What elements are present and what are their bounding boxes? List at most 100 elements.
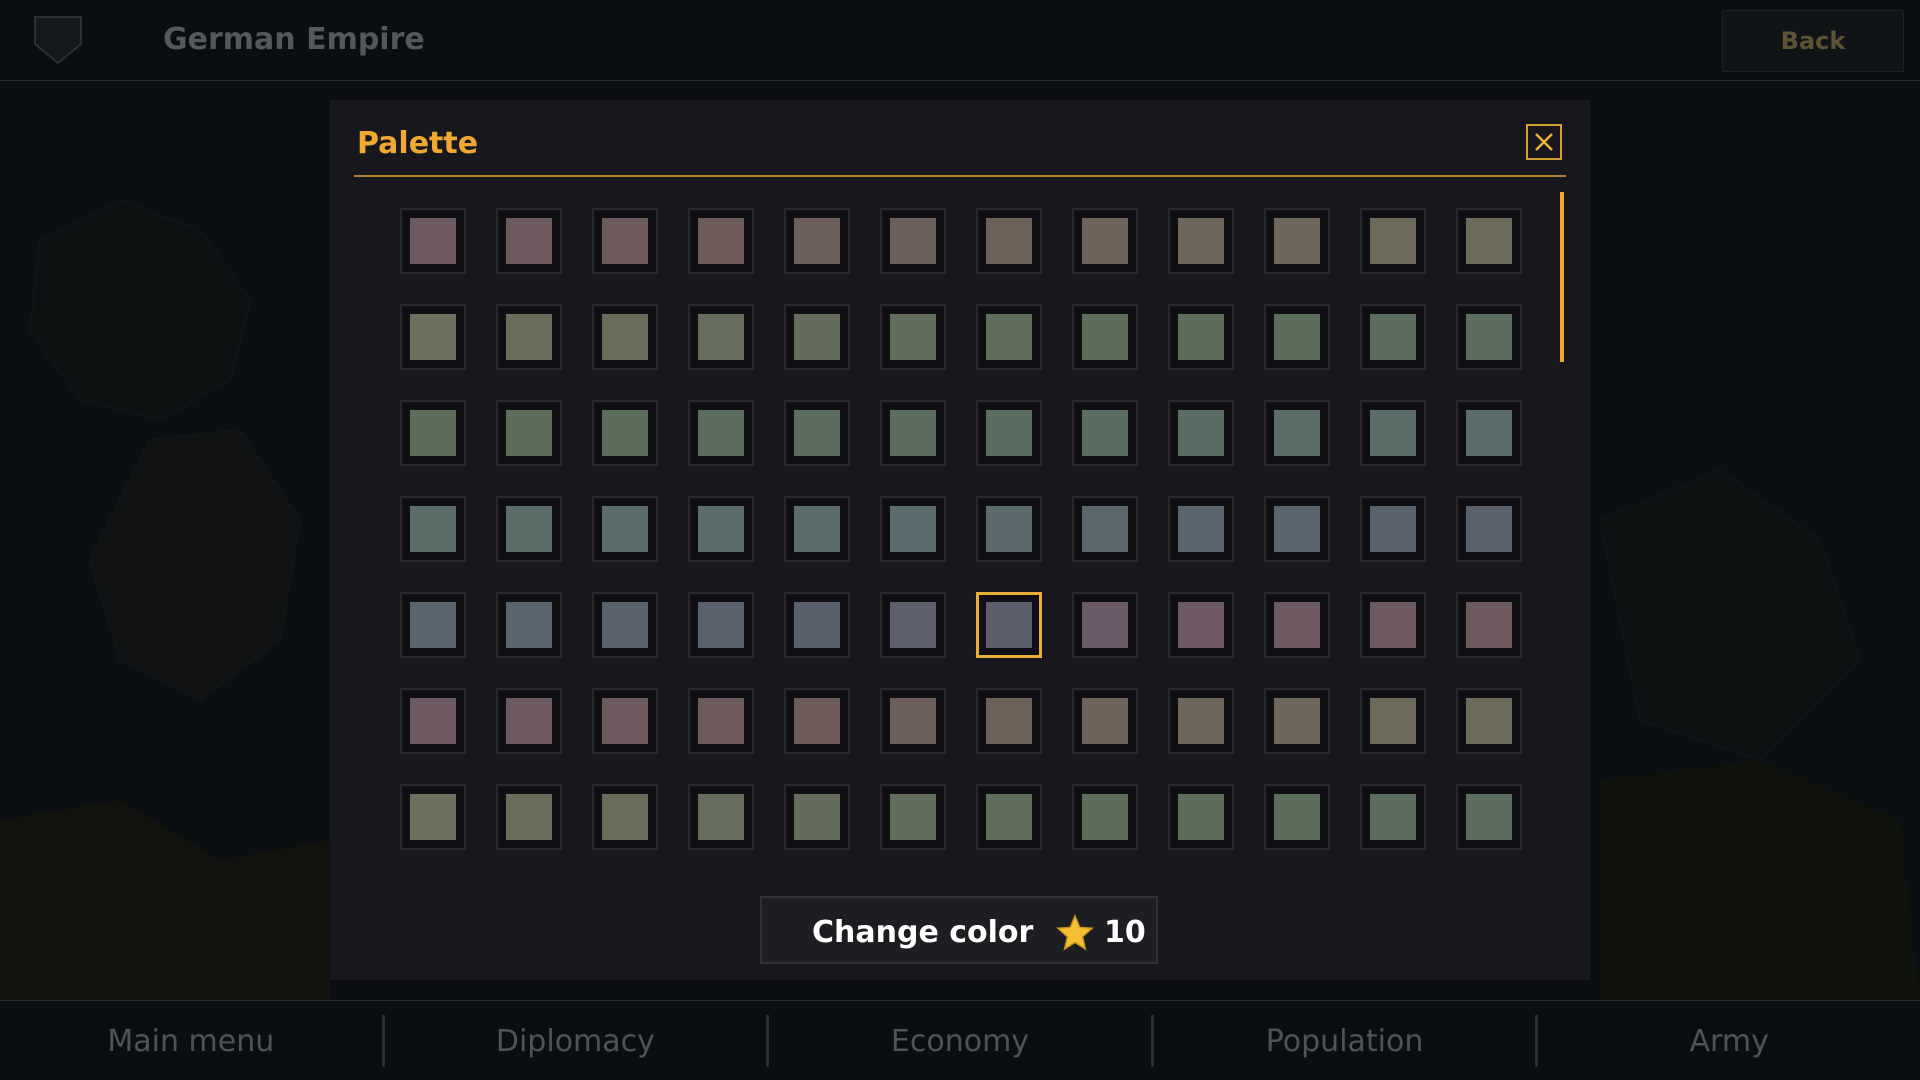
color-swatch[interactable] — [1456, 592, 1522, 658]
color-swatch[interactable] — [1072, 304, 1138, 370]
scrollbar-thumb[interactable] — [1560, 192, 1564, 362]
color-swatch[interactable] — [1168, 688, 1234, 754]
color-swatch[interactable] — [1264, 208, 1330, 274]
color-swatch[interactable] — [880, 208, 946, 274]
color-swatch[interactable] — [688, 496, 754, 562]
change-color-button[interactable]: Change color 10 — [760, 896, 1158, 964]
color-swatch[interactable] — [1360, 304, 1426, 370]
color-swatch[interactable] — [784, 400, 850, 466]
color-swatch[interactable] — [1456, 496, 1522, 562]
nav-item-economy[interactable]: Economy — [769, 1001, 1151, 1080]
color-swatch[interactable] — [976, 304, 1042, 370]
color-swatch[interactable] — [784, 304, 850, 370]
color-swatch[interactable] — [1072, 784, 1138, 850]
color-swatch[interactable] — [688, 688, 754, 754]
color-swatch[interactable] — [1360, 592, 1426, 658]
color-swatch[interactable] — [1168, 400, 1234, 466]
color-swatch[interactable] — [1456, 784, 1522, 850]
color-swatch[interactable] — [688, 592, 754, 658]
color-swatch[interactable] — [592, 208, 658, 274]
color-swatch[interactable] — [592, 688, 658, 754]
color-swatch[interactable] — [1360, 496, 1426, 562]
color-swatch[interactable] — [400, 496, 466, 562]
color-swatch[interactable] — [1072, 400, 1138, 466]
color-swatch[interactable] — [1360, 784, 1426, 850]
color-swatch[interactable] — [400, 784, 466, 850]
color-swatch[interactable] — [496, 208, 562, 274]
color-swatch[interactable] — [1360, 208, 1426, 274]
color-swatch[interactable] — [688, 208, 754, 274]
color-swatch[interactable] — [976, 208, 1042, 274]
color-swatch[interactable] — [592, 400, 658, 466]
back-button[interactable]: Back — [1722, 10, 1904, 72]
color-swatch[interactable] — [784, 592, 850, 658]
swatch-color-fill — [1370, 698, 1416, 744]
color-swatch[interactable] — [784, 208, 850, 274]
swatch-color-fill — [410, 794, 456, 840]
color-swatch[interactable] — [1072, 592, 1138, 658]
coat-of-arms-shield-icon[interactable] — [32, 14, 84, 66]
color-swatch[interactable] — [1360, 688, 1426, 754]
swatch-color-fill — [602, 698, 648, 744]
color-swatch[interactable] — [1264, 400, 1330, 466]
color-swatch[interactable] — [1168, 784, 1234, 850]
color-swatch[interactable] — [592, 784, 658, 850]
color-swatch[interactable] — [496, 592, 562, 658]
color-swatch[interactable] — [880, 592, 946, 658]
color-swatch[interactable] — [1264, 592, 1330, 658]
color-swatch[interactable] — [688, 784, 754, 850]
country-name: German Empire — [163, 22, 425, 57]
color-swatch[interactable] — [1456, 208, 1522, 274]
color-swatch[interactable] — [976, 784, 1042, 850]
nav-item-army[interactable]: Army — [1538, 1001, 1920, 1080]
color-swatch[interactable] — [496, 784, 562, 850]
color-swatch[interactable] — [592, 304, 658, 370]
color-swatch[interactable] — [496, 688, 562, 754]
color-swatch[interactable] — [1264, 688, 1330, 754]
color-swatch-selected[interactable] — [976, 592, 1042, 658]
color-swatch[interactable] — [1264, 304, 1330, 370]
color-swatch[interactable] — [1456, 304, 1522, 370]
color-swatch[interactable] — [592, 496, 658, 562]
color-swatch[interactable] — [880, 784, 946, 850]
color-swatch[interactable] — [496, 496, 562, 562]
color-swatch[interactable] — [880, 400, 946, 466]
color-swatch[interactable] — [1456, 400, 1522, 466]
color-swatch[interactable] — [400, 304, 466, 370]
swatch-color-fill — [1370, 794, 1416, 840]
color-swatch[interactable] — [1072, 208, 1138, 274]
nav-item-main-menu[interactable]: Main menu — [0, 1001, 382, 1080]
color-swatch[interactable] — [784, 496, 850, 562]
swatch-color-fill — [1178, 794, 1224, 840]
color-swatch[interactable] — [400, 688, 466, 754]
color-swatch[interactable] — [1168, 496, 1234, 562]
color-swatch[interactable] — [1264, 784, 1330, 850]
color-swatch[interactable] — [496, 304, 562, 370]
color-swatch[interactable] — [496, 400, 562, 466]
color-swatch[interactable] — [784, 688, 850, 754]
color-swatch[interactable] — [880, 496, 946, 562]
color-swatch[interactable] — [592, 592, 658, 658]
color-swatch[interactable] — [688, 304, 754, 370]
color-swatch[interactable] — [1168, 592, 1234, 658]
color-swatch[interactable] — [1072, 688, 1138, 754]
swatch-color-fill — [410, 698, 456, 744]
color-swatch[interactable] — [1264, 496, 1330, 562]
color-swatch[interactable] — [976, 496, 1042, 562]
color-swatch[interactable] — [400, 400, 466, 466]
color-swatch[interactable] — [1072, 496, 1138, 562]
nav-item-population[interactable]: Population — [1154, 1001, 1536, 1080]
color-swatch[interactable] — [1360, 400, 1426, 466]
color-swatch[interactable] — [880, 304, 946, 370]
color-swatch[interactable] — [1168, 208, 1234, 274]
color-swatch[interactable] — [400, 208, 466, 274]
color-swatch[interactable] — [784, 784, 850, 850]
color-swatch[interactable] — [400, 592, 466, 658]
color-swatch[interactable] — [880, 688, 946, 754]
color-swatch[interactable] — [976, 400, 1042, 466]
color-swatch[interactable] — [688, 400, 754, 466]
color-swatch[interactable] — [1168, 304, 1234, 370]
color-swatch[interactable] — [1456, 688, 1522, 754]
nav-item-diplomacy[interactable]: Diplomacy — [385, 1001, 767, 1080]
color-swatch[interactable] — [976, 688, 1042, 754]
